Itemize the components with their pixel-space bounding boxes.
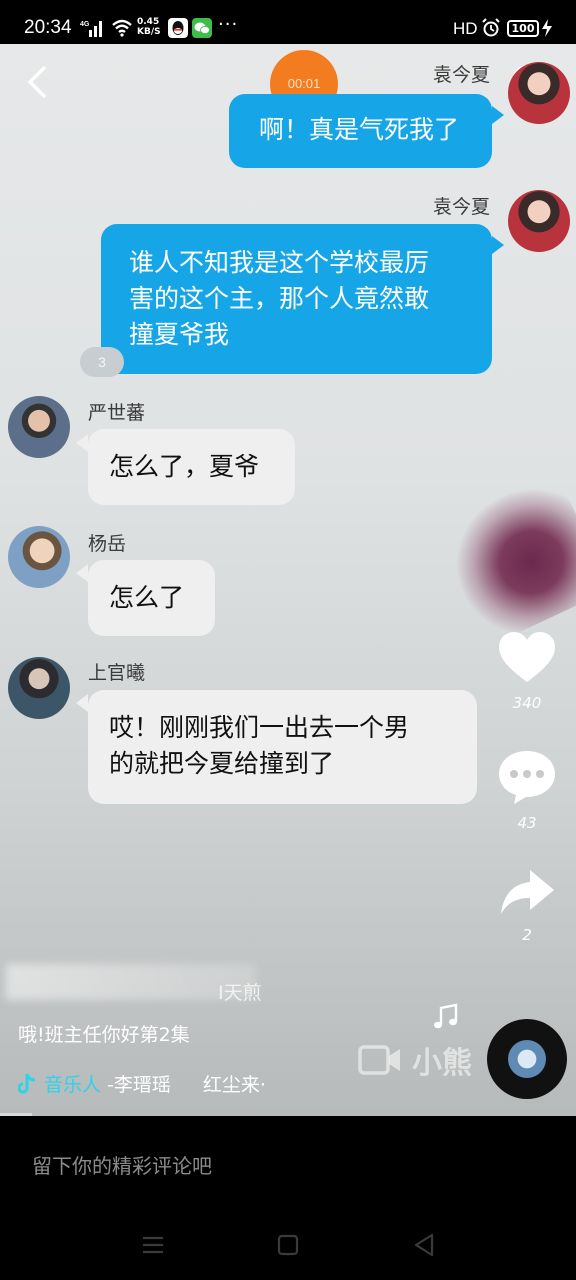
chat-bubble: 哎！刚刚我们一出去一个男 的就把今夏给撞到了 <box>88 690 477 804</box>
share-arrow-icon <box>501 870 554 914</box>
chat-text: 怎么了 <box>109 583 185 612</box>
music-artist: -李瑨瑶 <box>107 1074 171 1096</box>
bubble-tail <box>76 694 88 712</box>
network-type: 4G <box>80 21 90 28</box>
like-count: 340 <box>512 694 542 712</box>
hd-indicator: HD <box>453 19 478 38</box>
chat-bubble: 啊！真是气死我了 <box>229 94 492 168</box>
menu-icon[interactable] <box>138 1232 168 1258</box>
watermark-text: 小熊 <box>412 1046 472 1081</box>
like-button[interactable]: 340 <box>496 630 558 712</box>
chat-text-line: 哎！刚刚我们一出去一个男 <box>109 713 410 742</box>
author-name[interactable]: I天煎 <box>218 978 262 1005</box>
comment-input[interactable]: 留下你的精彩评论吧 <box>32 1150 212 1179</box>
more-notifications-icon: ··· <box>218 14 239 35</box>
music-info[interactable]: 音乐人 -李瑨瑶 红尘来· <box>18 1070 266 1097</box>
home-icon[interactable] <box>273 1232 303 1258</box>
status-bar: 20:34 4G 0.45 KB/S ··· HD 100 <box>0 0 576 48</box>
douyin-icon <box>18 1073 36 1093</box>
avatar <box>8 657 70 719</box>
comment-button[interactable]: 43 <box>496 748 558 832</box>
music-tag: 音乐人 <box>44 1074 102 1096</box>
comment-icon <box>499 751 555 804</box>
music-disc[interactable] <box>487 1019 567 1099</box>
sender-name: 上官曦 <box>88 662 146 684</box>
share-button[interactable]: 2 <box>496 866 558 944</box>
camera-icon <box>358 1045 400 1075</box>
wechat-icon <box>192 18 212 38</box>
chat-text-line: 的就把今夏给撞到了 <box>109 749 335 778</box>
unread-badge: 3 <box>80 347 124 377</box>
bubble-tail <box>492 106 504 124</box>
bubble-tail <box>492 236 504 254</box>
bubble-tail <box>76 564 88 582</box>
bubble-tail <box>76 434 88 452</box>
back-arrow-icon[interactable] <box>20 62 54 102</box>
watermark: 小熊 <box>358 1038 472 1082</box>
avatar <box>508 62 570 124</box>
signal-icon: 4G <box>80 21 102 37</box>
chat-bubble: 怎么了，夏爷 <box>88 429 295 505</box>
paint-smear <box>433 471 576 647</box>
video-caption[interactable]: 哦!班主任你好第2集 <box>18 1020 190 1047</box>
share-count: 2 <box>522 926 532 944</box>
avatar <box>8 396 70 458</box>
wifi-icon <box>112 19 132 37</box>
battery-icon: 100 <box>507 20 539 37</box>
chat-text: 啊！真是气死我了 <box>259 115 460 144</box>
sender-name: 杨岳 <box>88 533 127 555</box>
charging-icon <box>542 19 552 37</box>
qq-icon <box>168 18 188 38</box>
video-player[interactable]: 00:01 袁今夏 啊！真是气死我了 袁今夏 谁人不知我是这个学校最厉 害的这个… <box>0 44 576 1116</box>
music-note-icon <box>434 1003 458 1029</box>
sender-name: 袁今夏 <box>432 64 490 86</box>
avatar <box>508 190 570 252</box>
status-time: 20:34 <box>24 17 72 38</box>
chat-text-line: 撞夏爷我 <box>129 320 230 349</box>
chat-text-line: 害的这个主，那个人竟然敢 <box>129 284 430 313</box>
chat-text: 怎么了，夏爷 <box>109 452 260 481</box>
alarm-icon <box>482 18 500 37</box>
chat-text-line: 谁人不知我是这个学校最厉 <box>129 248 430 277</box>
song-title: 红尘来· <box>202 1074 266 1096</box>
comment-count: 43 <box>517 814 537 832</box>
sender-name: 严世蕃 <box>88 402 146 424</box>
chat-bubble: 谁人不知我是这个学校最厉 害的这个主，那个人竟然敢 撞夏爷我 <box>101 224 492 374</box>
sender-name: 袁今夏 <box>432 196 490 218</box>
avatar <box>8 526 70 588</box>
heart-icon <box>499 632 555 682</box>
back-icon[interactable] <box>410 1232 440 1258</box>
chat-bubble: 怎么了 <box>88 560 215 636</box>
network-speed: 0.45 KB/S <box>137 17 161 37</box>
